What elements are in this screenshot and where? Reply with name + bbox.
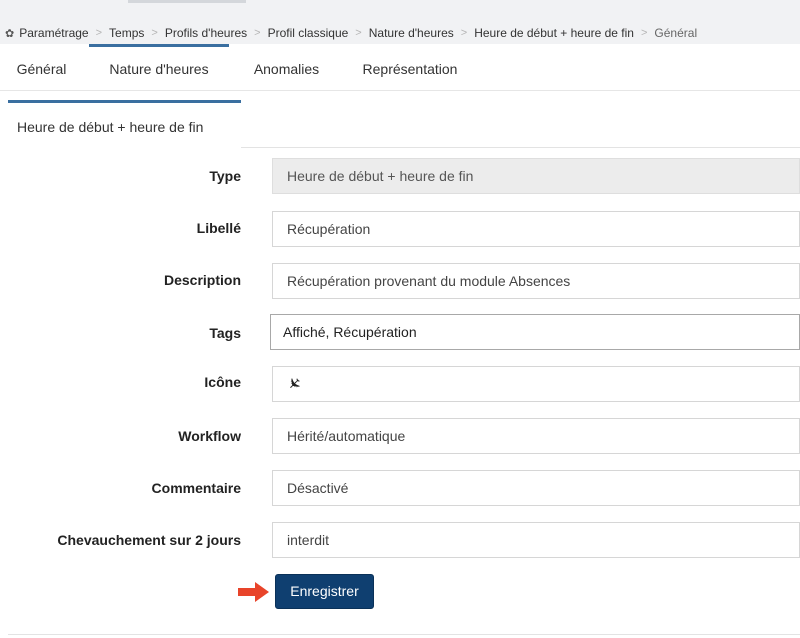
chevauchement-label: Chevauchement sur 2 jours	[57, 532, 241, 548]
breadcrumb-item-nature-heures[interactable]: Nature d'heures	[369, 26, 454, 40]
icone-label: Icône	[204, 374, 241, 390]
plane-icon: ✈	[284, 373, 307, 396]
main-tabs: Général Nature d'heures Anomalies Représ…	[0, 44, 800, 91]
commentaire-label: Commentaire	[151, 480, 241, 496]
libelle-label: Libellé	[196, 220, 241, 236]
workflow-label: Workflow	[178, 428, 241, 444]
breadcrumb-item-temps[interactable]: Temps	[109, 26, 144, 40]
top-strip-chip	[128, 0, 246, 3]
gear-icon: ✿	[5, 27, 15, 40]
tab-nature-heures[interactable]: Nature d'heures	[89, 44, 229, 91]
breadcrumb-item-heure-debut-fin[interactable]: Heure de début + heure de fin	[474, 26, 634, 40]
breadcrumb-item-profil-classique[interactable]: Profil classique	[268, 26, 349, 40]
tags-label: Tags	[209, 325, 241, 341]
description-field[interactable]: Récupération provenant du module Absence…	[272, 263, 800, 299]
subtab-divider	[241, 147, 800, 148]
tab-anomalies[interactable]: Anomalies	[239, 44, 334, 91]
tab-representation[interactable]: Représentation	[346, 44, 474, 91]
breadcrumb-separator: >	[640, 27, 648, 39]
libelle-field[interactable]: Récupération	[272, 211, 800, 247]
breadcrumb: ✿ Paramétrage > Temps > Profils d'heures…	[0, 22, 800, 44]
chevauchement-field[interactable]: interdit	[272, 522, 800, 558]
breadcrumb-item-general: Général	[654, 26, 698, 40]
breadcrumb-item-parametrage[interactable]: Paramétrage	[19, 26, 88, 40]
workflow-field[interactable]: Hérité/automatique	[272, 418, 800, 454]
subtab-heure-debut-fin[interactable]: Heure de début + heure de fin	[8, 100, 241, 147]
save-button[interactable]: Enregistrer	[275, 574, 374, 609]
pointer-arrow-icon	[238, 582, 269, 602]
breadcrumb-separator: >	[95, 27, 103, 39]
tab-general[interactable]: Général	[0, 44, 83, 91]
description-label: Description	[163, 272, 241, 288]
commentaire-field[interactable]: Désactivé	[272, 470, 800, 506]
icone-field[interactable]: ✈	[272, 366, 800, 402]
type-field: Heure de début + heure de fin	[272, 158, 800, 194]
breadcrumb-separator: >	[460, 27, 468, 39]
tags-field[interactable]: Affiché, Récupération	[270, 314, 800, 350]
top-strip	[0, 0, 800, 22]
breadcrumb-separator: >	[355, 27, 362, 39]
type-label: Type	[209, 168, 241, 184]
breadcrumb-item-profils-heures[interactable]: Profils d'heures	[165, 26, 247, 40]
breadcrumb-separator: >	[151, 27, 158, 39]
breadcrumb-separator: >	[254, 27, 261, 39]
bottom-divider	[8, 634, 800, 635]
